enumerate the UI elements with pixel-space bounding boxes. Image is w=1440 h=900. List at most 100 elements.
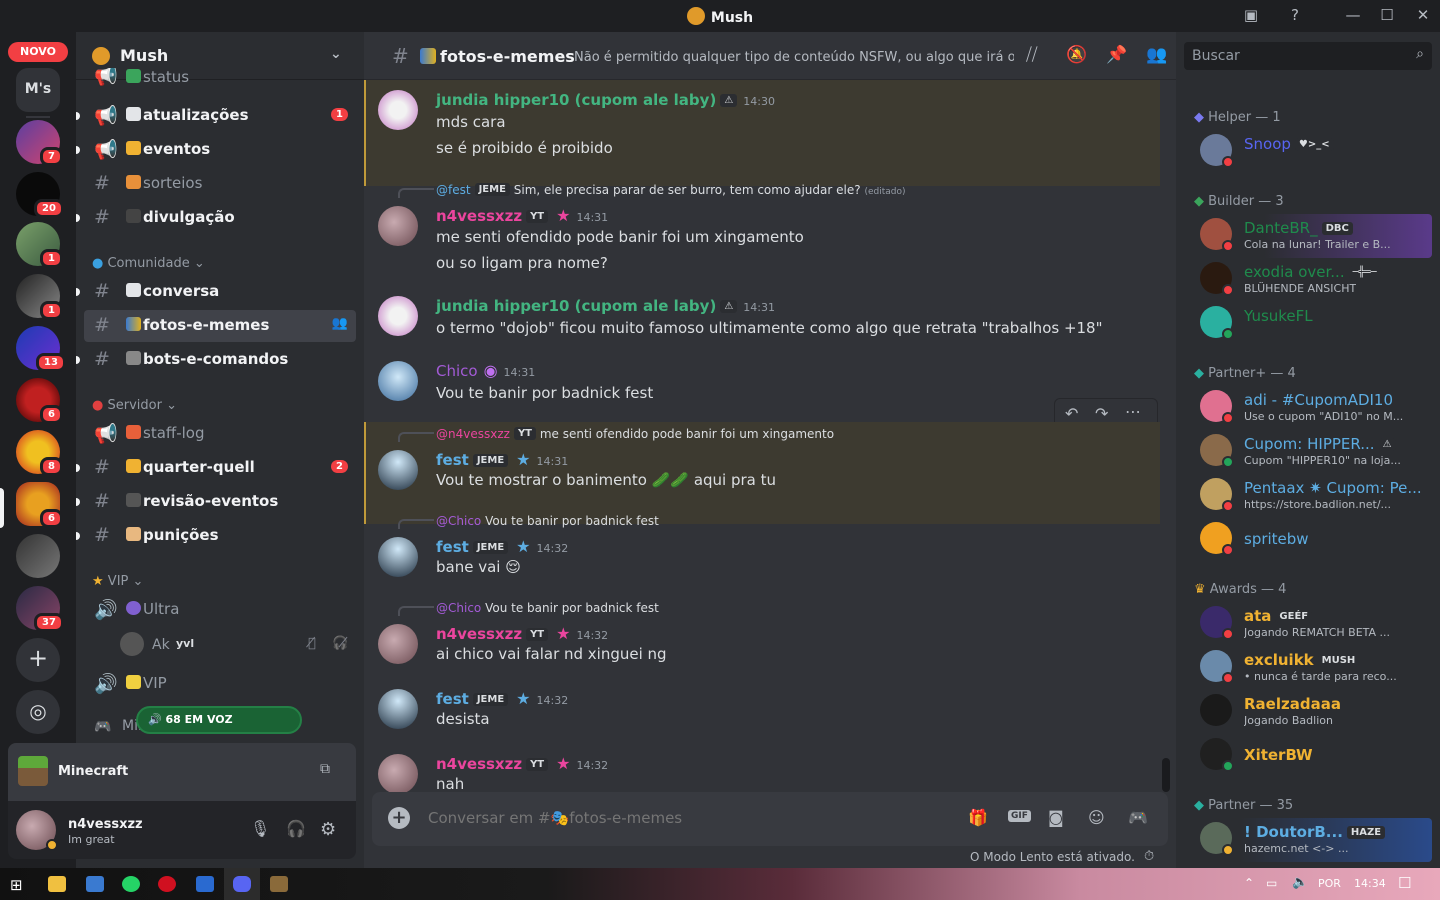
- discover-icon[interactable]: ◎: [16, 690, 60, 734]
- channel-bots-e-comandos[interactable]: # bots-e-comandos: [84, 344, 356, 376]
- avatar[interactable]: [378, 90, 418, 130]
- member-item[interactable]: YusukeFL: [1192, 302, 1432, 346]
- reply-preview[interactable]: @fest JEME Sim, ele precisa parar de ser …: [436, 183, 905, 197]
- file-explorer-icon[interactable]: [48, 876, 66, 892]
- store-icon[interactable]: [86, 876, 104, 892]
- server-icon[interactable]: [16, 534, 60, 578]
- channel-revisao-eventos[interactable]: # revisão-eventos: [84, 486, 356, 518]
- whatsapp-icon[interactable]: [122, 876, 140, 892]
- add-server-button[interactable]: +: [16, 638, 60, 682]
- member-list-icon[interactable]: 👥: [1146, 45, 1167, 65]
- voice-channel-vip[interactable]: 🔊 VIP: [84, 668, 356, 700]
- channel-conversa[interactable]: # conversa: [84, 276, 356, 308]
- member-item[interactable]: DanteBR_ DBC Cola na lunar! Trailer e B...: [1192, 214, 1432, 258]
- scrollbar[interactable]: [1162, 758, 1170, 792]
- member-item[interactable]: Cupom: HIPPER... ⚠ Cupom "HIPPER10" na loj…: [1192, 430, 1432, 474]
- member-item[interactable]: exodia over... ─╬═─ BLÜHENDE ANSICHT: [1192, 258, 1432, 302]
- member-item[interactable]: XiterBW: [1192, 734, 1432, 778]
- message-input[interactable]: [428, 806, 948, 830]
- server-folder-ms[interactable]: M's: [16, 68, 60, 112]
- network-icon[interactable]: ▭: [1266, 876, 1277, 890]
- channel-punicoes[interactable]: # punições: [84, 520, 356, 552]
- windows-start-icon[interactable]: ⊞: [10, 876, 23, 894]
- gift-icon[interactable]: 🎁: [968, 808, 988, 827]
- member-item[interactable]: Pentaax ✷ Cupom: Pe... https://store.badl…: [1192, 474, 1432, 518]
- maximize-button[interactable]: ☐: [1376, 6, 1398, 24]
- author-name[interactable]: jundia hipper10 (cupom ale laby): [436, 91, 716, 109]
- author-name[interactable]: n4vessxzz: [436, 625, 522, 643]
- headphones-icon[interactable]: 🎧: [286, 819, 306, 838]
- category-vip[interactable]: ★ VIP ⌄: [92, 574, 143, 589]
- voice-channel-ultra[interactable]: 🔊 Ultra: [84, 594, 356, 626]
- stream-icon[interactable]: ⧉: [320, 761, 330, 777]
- category-servidor[interactable]: ● Servidor ⌄: [92, 398, 177, 413]
- clock[interactable]: 14:34: [1354, 877, 1386, 890]
- settings-gear-icon[interactable]: ⚙: [320, 819, 336, 840]
- volume-icon[interactable]: 🔈: [1292, 875, 1308, 890]
- category-comunidade[interactable]: ● Comunidade ⌄: [92, 256, 205, 271]
- channel-divulgacao[interactable]: # divulgação: [84, 202, 356, 234]
- channel-topic[interactable]: Não é permitido qualquer tipo de conteúd…: [574, 50, 1014, 65]
- close-button[interactable]: ✕: [1412, 6, 1434, 24]
- author-name[interactable]: n4vessxzz: [436, 207, 522, 225]
- activity-panel[interactable]: Minecraft ⧉: [8, 743, 356, 801]
- author-name[interactable]: fest: [436, 538, 469, 556]
- forward-icon[interactable]: ↷: [1095, 404, 1108, 423]
- notifications-icon[interactable]: ☐: [1398, 874, 1411, 892]
- more-icon[interactable]: ⋯: [1125, 402, 1141, 421]
- new-badge[interactable]: NOVO: [8, 42, 68, 62]
- avatar[interactable]: [378, 537, 418, 577]
- chevron-up-icon[interactable]: ⌃: [1244, 876, 1254, 890]
- microphone-icon[interactable]: 🎙: [250, 819, 270, 838]
- channel-atualizacoes[interactable]: 📢 atualizações 1: [84, 100, 356, 132]
- sticker-icon[interactable]: ◙: [1048, 808, 1064, 827]
- member-item[interactable]: adi - #CupomADI10 Use o cupom "ADI10" no …: [1192, 386, 1432, 430]
- voice-activity-pill[interactable]: 🔊 68 EM VOZ: [136, 706, 302, 734]
- pin-icon[interactable]: 📌: [1106, 45, 1127, 65]
- member-item[interactable]: excluikk MUSH • nunca é tarde para reco...: [1192, 646, 1432, 690]
- avatar[interactable]: [378, 450, 418, 490]
- channel-eventos[interactable]: 📢 eventos: [84, 134, 356, 166]
- reply-preview[interactable]: @n4vessxzz YT me senti ofendido pode bani…: [436, 427, 834, 441]
- user-name[interactable]: n4vessxzz: [68, 817, 143, 832]
- member-item[interactable]: spritebw: [1192, 518, 1432, 562]
- voice-user-name[interactable]: Ak: [152, 637, 170, 653]
- minecraft-launcher-icon[interactable]: [270, 876, 288, 892]
- member-item[interactable]: ! DoutorB... HAZE hazemc.net <-> ...: [1192, 818, 1432, 862]
- inbox-icon[interactable]: ▣: [1240, 6, 1262, 24]
- author-name[interactable]: fest: [436, 451, 469, 469]
- opera-icon[interactable]: [158, 876, 176, 892]
- discord-icon[interactable]: [233, 876, 251, 892]
- apps-gamepad-icon[interactable]: 🎮: [1128, 808, 1148, 827]
- author-name[interactable]: fest: [436, 690, 469, 708]
- reply-preview[interactable]: @Chico Vou te banir por badnick fest: [436, 601, 659, 615]
- reply-icon[interactable]: ↶: [1065, 404, 1078, 423]
- notification-bell-off-icon[interactable]: 🔕: [1066, 45, 1087, 65]
- search-input[interactable]: Buscar ⌕: [1184, 42, 1432, 70]
- author-name[interactable]: n4vessxzz: [436, 755, 522, 773]
- emoji-icon[interactable]: ☺: [1088, 808, 1105, 827]
- avatar[interactable]: [378, 361, 418, 401]
- minimize-button[interactable]: —: [1342, 6, 1364, 24]
- avatar[interactable]: [378, 296, 418, 336]
- channel-fotos-e-memes[interactable]: # fotos-e-memes 👥: [84, 310, 356, 342]
- avatar[interactable]: [378, 206, 418, 246]
- threads-icon[interactable]: ⧸⧸: [1026, 45, 1038, 65]
- reply-preview[interactable]: @Chico Vou te banir por badnick fest: [436, 514, 659, 528]
- channel-quarter-quell[interactable]: # quarter-quell 2: [84, 452, 356, 484]
- channel-staff-log[interactable]: 📢 staff-log: [84, 418, 356, 450]
- language-indicator[interactable]: POR: [1318, 877, 1341, 890]
- shield-app-icon[interactable]: [196, 876, 214, 892]
- author-name[interactable]: jundia hipper10 (cupom ale laby): [436, 297, 716, 315]
- member-item[interactable]: Raelzadaaa Jogando Badlion: [1192, 690, 1432, 734]
- channel-sorteios[interactable]: # sorteios: [84, 168, 356, 200]
- channel-status[interactable]: 📢 status: [84, 68, 356, 88]
- add-attachment-icon[interactable]: +: [388, 807, 410, 829]
- member-item[interactable]: ata GEÉF Jogando REMATCH BETA ...: [1192, 602, 1432, 646]
- help-icon[interactable]: ?: [1284, 6, 1306, 24]
- avatar[interactable]: [378, 754, 418, 792]
- avatar[interactable]: [378, 689, 418, 729]
- author-name[interactable]: Chico: [436, 362, 478, 380]
- avatar[interactable]: [378, 624, 418, 664]
- gif-icon[interactable]: GIF: [1008, 810, 1031, 822]
